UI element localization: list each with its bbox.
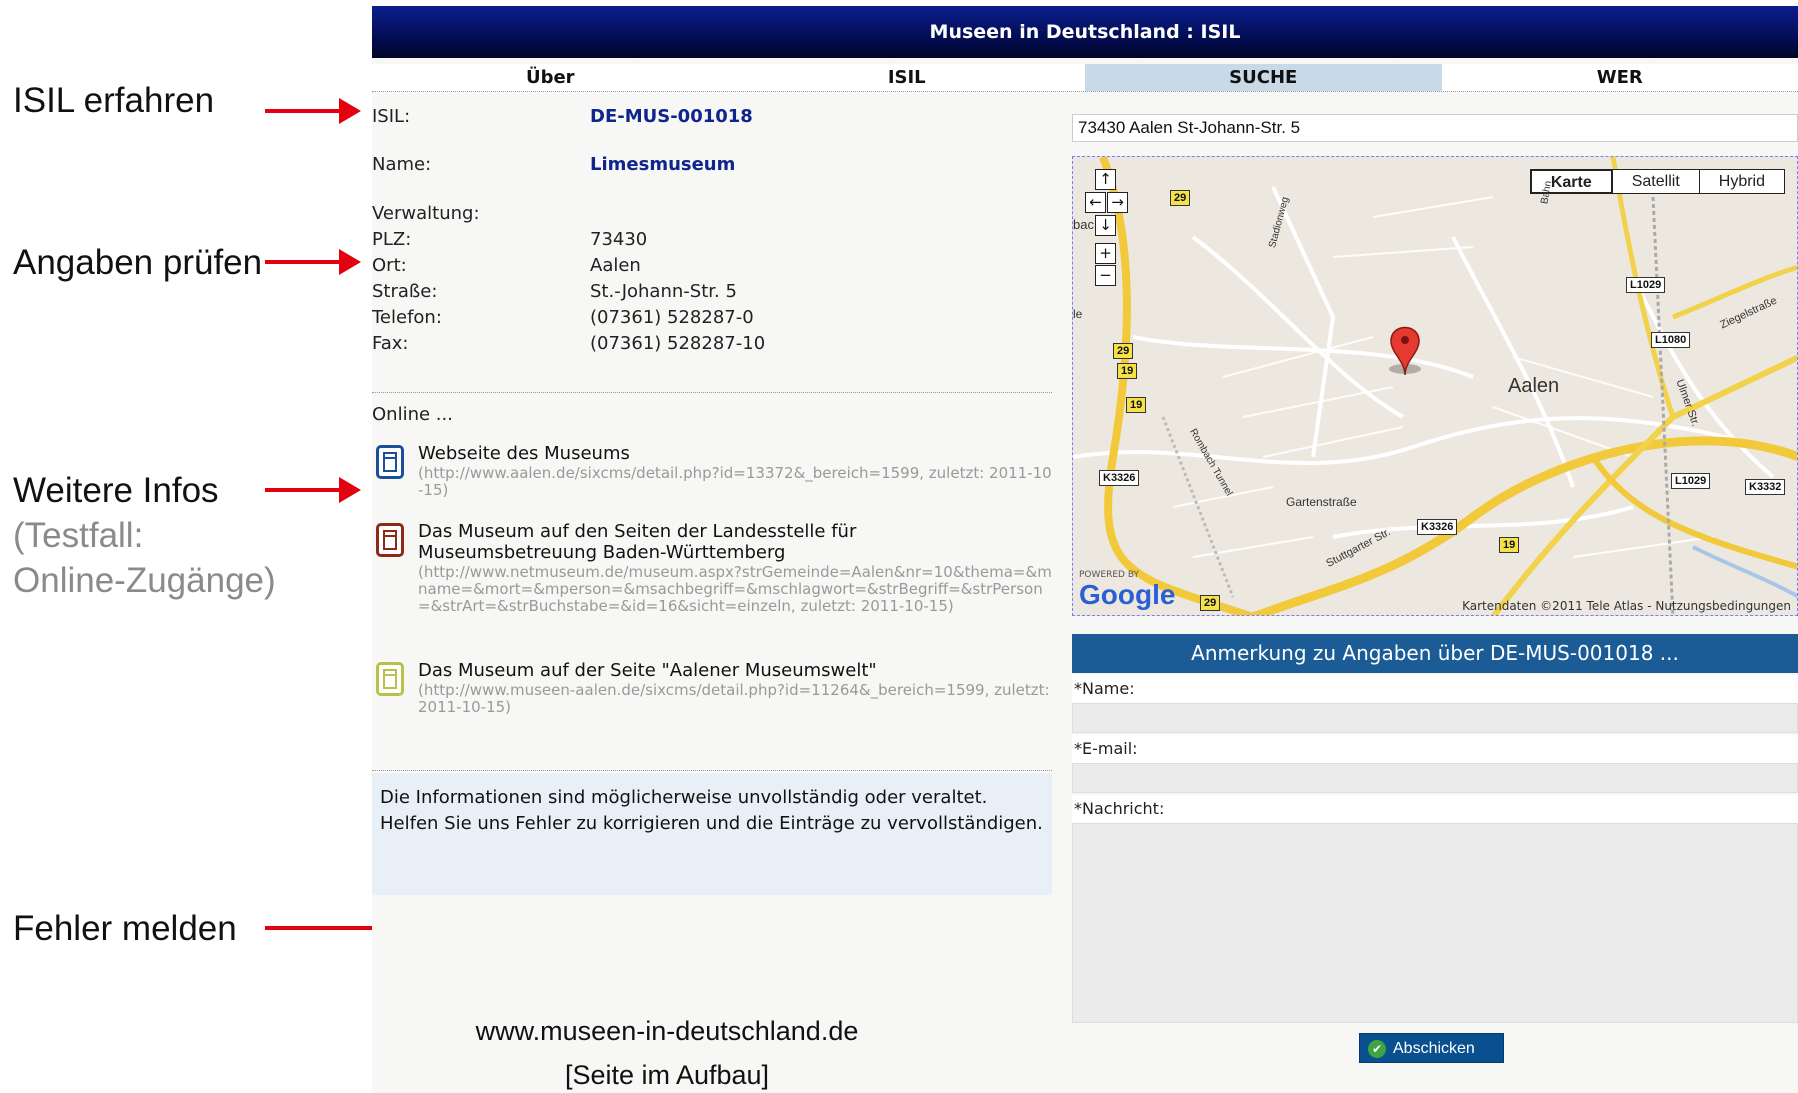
google-logo[interactable]: Google bbox=[1079, 579, 1175, 611]
museum-name[interactable]: Limesmuseum bbox=[590, 154, 735, 175]
online-item[interactable]: Das Museum auf den Seiten der Landesstel… bbox=[376, 521, 1056, 651]
nav-bar: Über ISIL SUCHE WER bbox=[372, 64, 1798, 92]
map-label-cut: bac bbox=[1073, 217, 1094, 232]
plz-value: 73430 bbox=[590, 229, 648, 250]
telefon-label: Telefon: bbox=[372, 307, 442, 328]
pan-up-icon[interactable]: ↑ bbox=[1095, 169, 1116, 190]
annotation-testcase-1: (Testfall: bbox=[13, 516, 144, 555]
annotation-arrow-check bbox=[265, 249, 361, 275]
road-sign: 19 bbox=[1126, 397, 1147, 413]
telefon-value: (07361) 528287-0 bbox=[590, 307, 754, 328]
online-item-title[interactable]: Das Museum auf den Seiten der Landesstel… bbox=[418, 521, 1038, 563]
online-item-url: (http://www.netmuseum.de/museum.aspx?str… bbox=[418, 563, 1052, 615]
road-sign: L1080 bbox=[1651, 332, 1691, 348]
pan-right-icon[interactable]: → bbox=[1107, 192, 1128, 213]
road-sign: 19 bbox=[1117, 363, 1138, 379]
submit-label: Abschicken bbox=[1393, 1040, 1475, 1057]
map-label-cut: le bbox=[1073, 307, 1083, 321]
fax-value: (07361) 528287-10 bbox=[590, 333, 766, 354]
divider bbox=[372, 770, 1052, 771]
map-street-label: Gartenstraße bbox=[1286, 495, 1357, 509]
isil-label: ISIL: bbox=[372, 106, 411, 127]
submit-button[interactable]: ✔ Abschicken bbox=[1359, 1033, 1504, 1063]
map-type-hybrid[interactable]: Hybrid bbox=[1698, 169, 1785, 194]
fax-label: Fax: bbox=[372, 333, 409, 354]
annotation-arrow-more bbox=[265, 477, 361, 503]
road-sign: L1029 bbox=[1671, 473, 1711, 489]
footer-status: [Seite im Aufbau] bbox=[564, 1060, 770, 1090]
footer-url: www.museen-in-deutschland.de bbox=[475, 1016, 859, 1046]
message-field-label: *Nachricht: bbox=[1072, 795, 1798, 823]
road-sign: 29 bbox=[1200, 595, 1221, 611]
annotation-more: Weitere Infos bbox=[13, 471, 219, 510]
name-label: Name: bbox=[372, 154, 432, 175]
museum-page: Museen in Deutschland : ISIL Über ISIL S… bbox=[372, 6, 1798, 1093]
annotation-arrow-isil bbox=[265, 98, 361, 124]
road-sign: L1029 bbox=[1626, 277, 1666, 293]
map[interactable]: ↑ ← → ↓ + − bac le Karte Satellit Hybrid… bbox=[1072, 156, 1798, 616]
annotation-isil: ISIL erfahren bbox=[13, 81, 215, 120]
online-item-url: (http://www.aalen.de/sixcms/detail.php?i… bbox=[418, 464, 1052, 499]
webpage-icon bbox=[376, 662, 404, 696]
webpage-icon bbox=[376, 445, 404, 479]
road-sign: K3332 bbox=[1745, 479, 1786, 495]
online-item-title[interactable]: Webseite des Museums bbox=[418, 443, 1038, 464]
online-item[interactable]: Webseite des Museums (http://www.aalen.d… bbox=[376, 443, 1056, 513]
plz-label: PLZ: bbox=[372, 229, 412, 250]
annotation-report: Fehler melden bbox=[13, 909, 237, 948]
map-type-switch: Karte Satellit Hybrid bbox=[1529, 169, 1785, 194]
email-field-label: *E-mail: bbox=[1072, 735, 1798, 763]
nav-item-ueber[interactable]: Über bbox=[372, 64, 729, 91]
ort-value: Aalen bbox=[590, 255, 641, 276]
online-item[interactable]: Das Museum auf der Seite "Aalener Museum… bbox=[376, 660, 1056, 730]
road-sign: K3326 bbox=[1417, 519, 1458, 535]
nav-item-suche[interactable]: SUCHE bbox=[1085, 64, 1442, 91]
road-sign: 29 bbox=[1113, 343, 1134, 359]
notice-box: Die Informationen sind möglicherweise un… bbox=[372, 773, 1052, 895]
online-item-url: (http://www.museen-aalen.de/sixcms/detai… bbox=[418, 681, 1050, 716]
strasse-value: St.-Johann-Str. 5 bbox=[590, 281, 737, 302]
ort-label: Ort: bbox=[372, 255, 407, 276]
webpage-icon bbox=[376, 523, 404, 557]
email-field[interactable] bbox=[1072, 763, 1798, 793]
isil-value[interactable]: DE-MUS-001018 bbox=[590, 106, 753, 127]
check-icon: ✔ bbox=[1368, 1040, 1386, 1058]
online-heading: Online ... bbox=[372, 404, 453, 425]
annotation-check: Angaben prüfen bbox=[13, 243, 263, 282]
road-sign: K3326 bbox=[1099, 470, 1140, 486]
zoom-in-icon[interactable]: + bbox=[1095, 243, 1116, 264]
online-item-title[interactable]: Das Museum auf der Seite "Aalener Museum… bbox=[418, 660, 1038, 681]
map-city-label: Aalen bbox=[1508, 375, 1560, 397]
page-title: Museen in Deutschland : ISIL bbox=[372, 6, 1798, 58]
name-field-label: *Name: bbox=[1072, 675, 1798, 703]
nav-item-isil[interactable]: ISIL bbox=[729, 64, 1086, 91]
map-roads bbox=[1073, 157, 1797, 615]
pan-left-icon[interactable]: ← bbox=[1085, 192, 1106, 213]
strasse-label: Straße: bbox=[372, 281, 438, 302]
annotation-testcase-2: Online-Zugänge) bbox=[13, 561, 276, 600]
divider bbox=[372, 392, 1052, 393]
message-field[interactable] bbox=[1072, 823, 1798, 1023]
name-field[interactable] bbox=[1072, 703, 1798, 733]
map-type-satellit[interactable]: Satellit bbox=[1611, 169, 1700, 194]
form-header: Anmerkung zu Angaben über DE-MUS-001018 … bbox=[1072, 634, 1798, 673]
zoom-out-icon[interactable]: − bbox=[1095, 265, 1116, 286]
map-copyright[interactable]: Kartendaten ©2011 Tele Atlas - Nutzungsb… bbox=[1462, 599, 1791, 613]
nav-item-wer[interactable]: WER bbox=[1442, 64, 1798, 91]
address-field[interactable]: 73430 Aalen St-Johann-Str. 5 bbox=[1072, 114, 1798, 142]
road-sign: 19 bbox=[1499, 537, 1520, 553]
pan-down-icon[interactable]: ↓ bbox=[1095, 215, 1116, 236]
road-sign: 29 bbox=[1170, 190, 1191, 206]
verwaltung-label: Verwaltung: bbox=[372, 203, 480, 224]
